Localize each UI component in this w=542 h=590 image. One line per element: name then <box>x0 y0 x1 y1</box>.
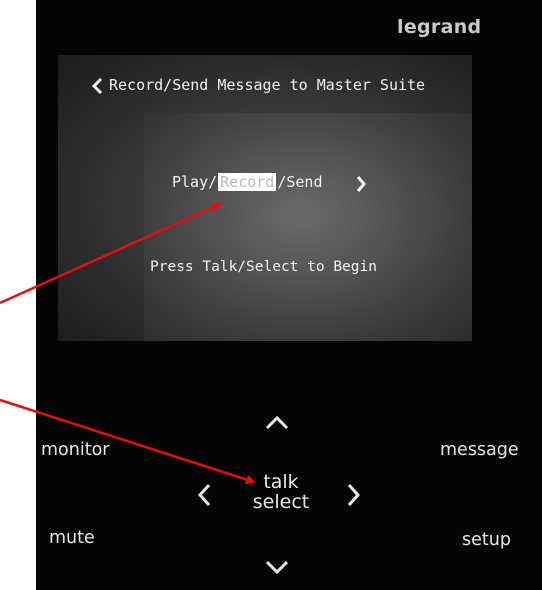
annotation-layer <box>0 202 256 485</box>
annotation-arrow-talk <box>0 398 256 485</box>
annotation-arrow-record <box>0 202 222 305</box>
